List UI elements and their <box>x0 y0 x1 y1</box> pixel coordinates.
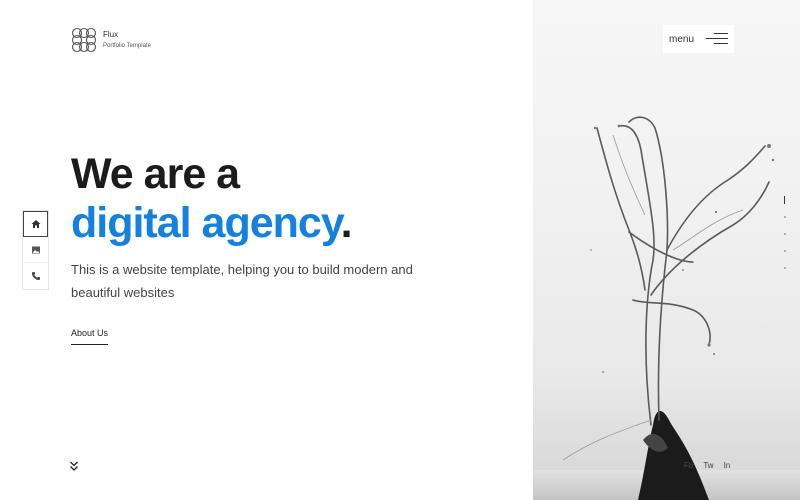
phone-icon <box>31 272 40 280</box>
slide-dot-4[interactable] <box>783 250 786 252</box>
side-nav-contact[interactable] <box>23 263 48 289</box>
hero-line-2-text: digital agency <box>71 199 342 247</box>
slide-dot-5[interactable] <box>783 267 786 269</box>
twitter-link[interactable]: Tw <box>703 461 713 470</box>
slide-dot-2[interactable] <box>783 216 786 218</box>
facebook-link[interactable]: Fb <box>684 461 693 470</box>
hero-headline: We are a digital agency. <box>71 150 353 247</box>
brand-logo[interactable]: Flux Portfolio Template <box>70 26 151 54</box>
logo-icon <box>71 27 97 53</box>
brand-tagline: Portfolio Template <box>103 43 151 49</box>
slide-dot-3[interactable] <box>783 233 786 235</box>
social-links: Fb Tw In <box>684 461 730 470</box>
double-chevron-down-icon[interactable] <box>68 460 80 472</box>
hamburger-icon <box>706 32 729 46</box>
side-nav-gallery[interactable] <box>23 237 48 263</box>
home-icon <box>31 219 40 228</box>
linkedin-link[interactable]: In <box>724 461 731 470</box>
about-us-link[interactable]: About Us <box>71 328 109 345</box>
content-panel: Flux Portfolio Template We are a digital… <box>0 0 533 500</box>
menu-button[interactable]: menu <box>663 25 735 53</box>
side-nav <box>22 210 49 290</box>
hero-line-2: digital agency. <box>71 199 353 247</box>
brand-name: Flux <box>103 30 119 39</box>
slide-indicator <box>783 196 786 284</box>
image-icon <box>31 246 40 253</box>
hero-description: This is a website template, helping you … <box>71 262 413 300</box>
slide-dot-1[interactable] <box>784 196 785 204</box>
side-nav-home[interactable] <box>23 211 48 237</box>
menu-label: menu <box>669 33 695 45</box>
hero-image-panel <box>533 0 800 500</box>
hero-line-2-dot: . <box>340 199 353 247</box>
water-splash-image <box>533 116 800 500</box>
hero-line-1: We are a <box>71 150 240 198</box>
